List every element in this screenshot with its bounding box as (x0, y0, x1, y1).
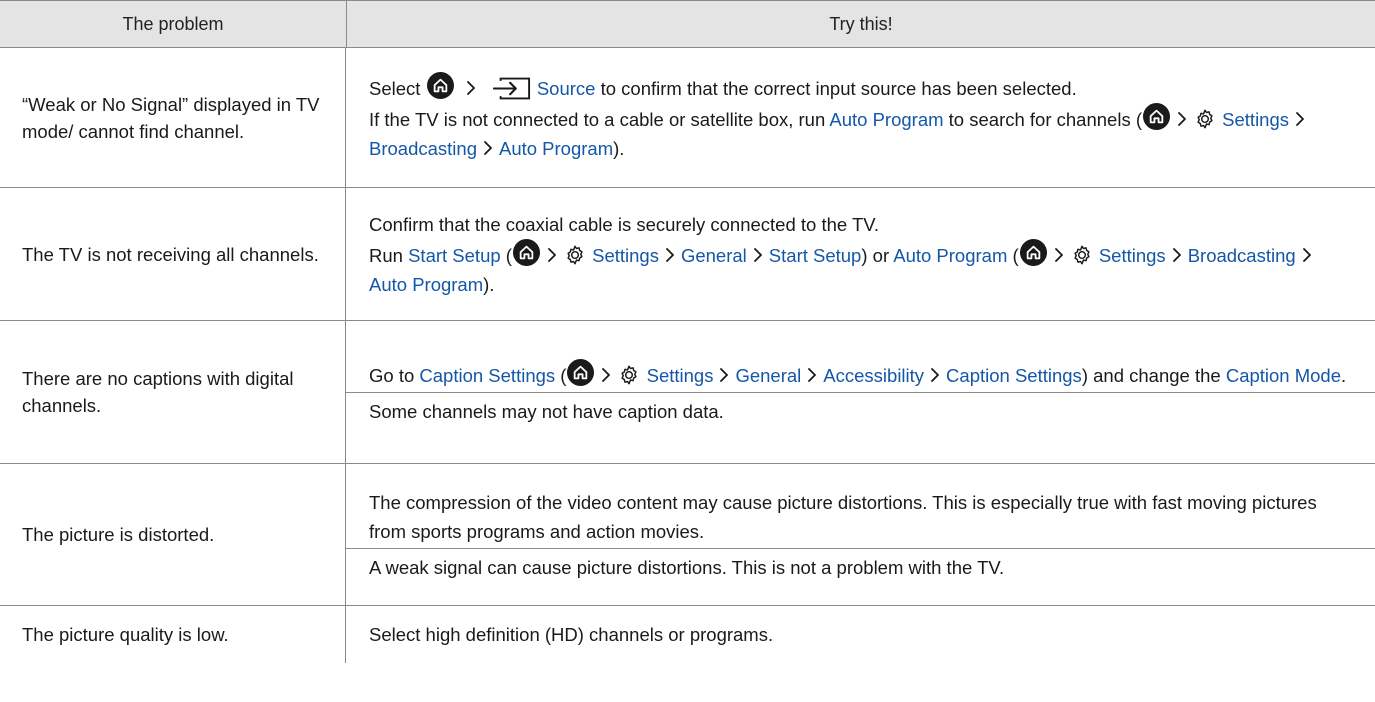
table-header: The problem Try this! (0, 0, 1375, 48)
solution-paragraph: Go to Caption Settings ( Settings General… (346, 359, 1375, 392)
broadcasting-link[interactable]: Broadcasting (369, 138, 477, 159)
chevron-right-icon (1172, 247, 1182, 263)
solution-cell: Go to Caption Settings ( Settings General… (346, 321, 1375, 463)
start-setup-link[interactable]: Start Setup (769, 245, 862, 266)
chevron-right-icon (665, 247, 675, 263)
solution-paragraph: Select high definition (HD) channels or … (369, 624, 774, 645)
chevron-right-icon (807, 367, 817, 383)
accessibility-link[interactable]: Accessibility (823, 365, 924, 386)
gear-icon (1194, 108, 1216, 130)
home-icon (1020, 239, 1047, 266)
solution-paragraph: Select Source to confirm that the correc… (346, 72, 1375, 103)
settings-link[interactable]: Settings (1222, 109, 1289, 130)
home-icon (427, 72, 454, 99)
chevron-right-icon (930, 367, 940, 383)
table-row: The TV is not receiving all channels. Co… (0, 188, 1375, 321)
source-icon (493, 77, 531, 100)
problem-cell: The picture is distorted. (0, 464, 346, 605)
settings-link[interactable]: Settings (592, 245, 659, 266)
chevron-right-icon (1302, 247, 1312, 263)
chevron-right-icon (1295, 111, 1305, 127)
problem-cell: The picture quality is low. (0, 606, 346, 663)
gear-icon (618, 364, 640, 386)
home-icon (513, 239, 540, 266)
general-link[interactable]: General (735, 365, 801, 386)
chevron-right-icon (753, 247, 763, 263)
auto-program-link[interactable]: Auto Program (499, 138, 613, 159)
troubleshooting-table: The problem Try this! “Weak or No Signal… (0, 0, 1375, 663)
chevron-right-icon (1054, 247, 1064, 263)
solution-paragraph: The compression of the video content may… (369, 491, 1317, 542)
solution-cell: Select high definition (HD) channels or … (346, 606, 1375, 663)
solution-cell: Confirm that the coaxial cable is secure… (346, 188, 1375, 320)
caption-mode-link[interactable]: Caption Mode (1226, 365, 1341, 386)
problem-cell: “Weak or No Signal” displayed in TV mode… (0, 48, 346, 187)
start-setup-link[interactable]: Start Setup (408, 245, 501, 266)
caption-settings-link[interactable]: Caption Settings (946, 365, 1082, 386)
settings-link[interactable]: Settings (1099, 245, 1166, 266)
solution-cell: Select Source to confirm that the correc… (346, 48, 1375, 187)
solution-paragraph: A weak signal can cause picture distorti… (369, 556, 1005, 578)
chevron-right-icon (601, 367, 611, 383)
settings-link[interactable]: Settings (647, 365, 714, 386)
header-try-this: Try this! (829, 13, 893, 34)
header-problem: The problem (0, 1, 347, 47)
solution-paragraph: Run Start Setup ( Settings General Start S… (346, 239, 1375, 299)
solution-paragraph: Confirm that the coaxial cable is secure… (369, 213, 880, 235)
problem-text: The TV is not receiving all channels. (22, 243, 319, 265)
chevron-right-icon (466, 80, 476, 96)
chevron-right-icon (547, 247, 557, 263)
problem-text: The picture quality is low. (22, 624, 229, 645)
gear-icon (1071, 244, 1093, 266)
problem-text: The picture is distorted. (22, 524, 215, 545)
chevron-right-icon (719, 367, 729, 383)
caption-settings-link[interactable]: Caption Settings (419, 365, 555, 386)
home-icon (1143, 103, 1170, 130)
problem-text: There are no captions with digital chann… (22, 368, 294, 416)
chevron-right-icon (1177, 111, 1187, 127)
broadcasting-link[interactable]: Broadcasting (1188, 245, 1296, 266)
source-link[interactable]: Source (537, 78, 596, 99)
auto-program-link[interactable]: Auto Program (369, 274, 483, 295)
auto-program-link[interactable]: Auto Program (893, 245, 1007, 266)
general-link[interactable]: General (681, 245, 747, 266)
auto-program-link[interactable]: Auto Program (829, 109, 943, 130)
problem-text: “Weak or No Signal” displayed in TV mode… (22, 93, 320, 142)
problem-cell: The TV is not receiving all channels. (0, 188, 346, 320)
home-icon (567, 359, 594, 386)
chevron-right-icon (483, 140, 493, 156)
solution-cell: The compression of the video content may… (346, 464, 1375, 605)
table-row: The picture quality is low. Select high … (0, 606, 1375, 663)
gear-icon (564, 244, 586, 266)
table-row: “Weak or No Signal” displayed in TV mode… (0, 48, 1375, 188)
problem-cell: There are no captions with digital chann… (0, 321, 346, 463)
solution-paragraph: If the TV is not connected to a cable or… (346, 103, 1375, 163)
table-row: There are no captions with digital chann… (0, 321, 1375, 464)
solution-paragraph: Some channels may not have caption data. (369, 400, 724, 422)
table-row: The picture is distorted. The compressio… (0, 464, 1375, 606)
